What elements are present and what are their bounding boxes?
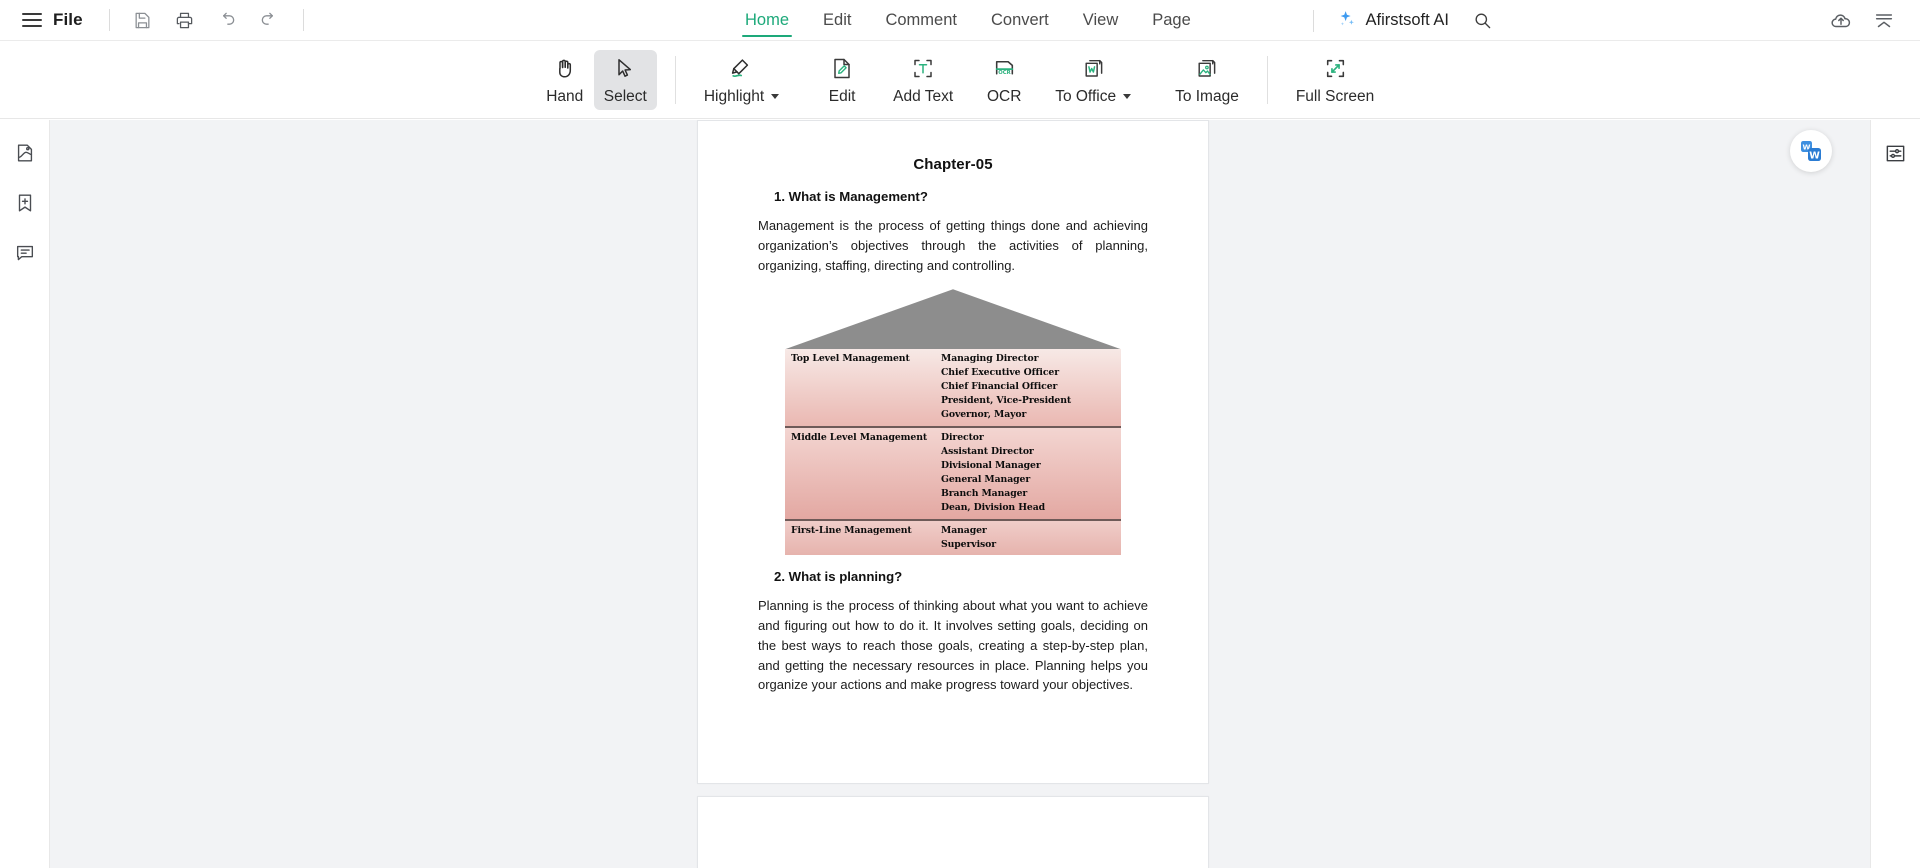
pyramid-apex <box>785 289 1121 350</box>
divider <box>1312 9 1314 32</box>
chevron-down-icon[interactable] <box>771 94 780 99</box>
section-1-heading: 1. What is Management? <box>774 189 928 204</box>
tool-to-office[interactable]: To Office <box>1045 50 1141 110</box>
cursor-icon <box>613 55 637 83</box>
tool-full-screen-label: Full Screen <box>1295 87 1375 105</box>
management-levels-pyramid: Top Level Management Managing Director C… <box>785 289 1121 556</box>
print-icon[interactable] <box>165 5 205 35</box>
pyramid-row-first-line: First-Line Management Manager Supervisor <box>785 518 1121 556</box>
tab-view[interactable]: View <box>1066 0 1135 41</box>
properties-sliders-icon[interactable] <box>1880 138 1912 168</box>
save-icon[interactable] <box>123 5 163 35</box>
svg-text:W: W <box>1809 150 1820 161</box>
tool-edit-label: Edit <box>828 87 856 105</box>
sparkle-icon <box>1336 8 1357 34</box>
pyramid-row-top-level: Top Level Management <box>791 353 910 365</box>
cloud-upload-icon[interactable] <box>1826 7 1856 35</box>
to-office-icon <box>1081 55 1106 83</box>
redo-icon[interactable] <box>249 5 289 35</box>
document-viewer[interactable]: W W Chapter-05 1. What is Management? Ma… <box>50 120 1870 868</box>
pyramid-row-first-line-level: First-Line Management <box>791 524 912 536</box>
thumbnails-icon[interactable] <box>9 138 41 168</box>
tool-highlight-label: Highlight <box>704 88 780 106</box>
comment-list-icon[interactable] <box>9 238 41 268</box>
pyramid-row-middle-roles: Director Assistant Director Divisional M… <box>941 431 1046 513</box>
tab-home[interactable]: Home <box>728 0 806 41</box>
pyramid-row-top: Top Level Management Managing Director C… <box>785 349 1121 426</box>
ribbon-toolbar: Hand Select Highlight Edit Add Text OCR … <box>0 41 1920 119</box>
tool-edit[interactable]: Edit <box>813 50 871 110</box>
hand-icon <box>553 55 577 83</box>
top-bar: File Home Edit Comment Convert View Page… <box>0 0 1920 41</box>
file-menu-button[interactable]: File <box>53 10 83 30</box>
edit-page-icon <box>830 55 854 83</box>
ocr-icon: OCR <box>992 55 1017 83</box>
header-right-zone: Afirstsoft AI <box>1312 0 1920 41</box>
divider <box>302 9 304 31</box>
document-page-2[interactable]: Planning is made by top level managers w… <box>697 796 1209 868</box>
tab-edit[interactable]: Edit <box>806 0 868 41</box>
page-title: Chapter-05 <box>913 156 993 173</box>
pyramid-row-middle: Middle Level Management Director Assista… <box>785 425 1121 519</box>
tool-highlight[interactable]: Highlight <box>694 50 789 110</box>
search-icon[interactable] <box>1468 7 1496 35</box>
main-tabs: Home Edit Comment Convert View Page <box>728 0 1208 41</box>
divider <box>108 9 110 31</box>
left-sidebar <box>0 120 50 868</box>
divider <box>1266 55 1268 104</box>
tool-add-text[interactable]: Add Text <box>883 50 963 110</box>
tab-comment[interactable]: Comment <box>868 0 974 41</box>
convert-to-word-icon[interactable]: W W <box>1790 130 1832 172</box>
undo-icon[interactable] <box>207 5 247 35</box>
collapse-ribbon-icon[interactable] <box>1870 7 1898 35</box>
tab-page[interactable]: Page <box>1135 0 1208 41</box>
section-2-heading: 2. What is planning? <box>774 569 903 585</box>
section-2-paragraph: Planning is the process of thinking abou… <box>758 598 1148 693</box>
to-image-icon <box>1194 55 1219 83</box>
document-page-1[interactable]: Chapter-05 1. What is Management? Manage… <box>697 120 1209 784</box>
section-1-paragraph: Management is the process of getting thi… <box>758 218 1148 273</box>
fullscreen-icon <box>1323 55 1348 83</box>
tool-to-office-label: To Office <box>1055 88 1132 106</box>
tool-hand-label: Hand <box>546 87 584 105</box>
tool-hand[interactable]: Hand <box>536 50 594 110</box>
svg-text:OCR: OCR <box>998 70 1010 76</box>
quick-actions-group <box>123 5 289 35</box>
tool-to-image-label: To Image <box>1175 87 1239 105</box>
tool-add-text-label: Add Text <box>893 87 954 105</box>
add-text-icon <box>911 55 935 83</box>
pyramid-row-top-roles: Managing Director Chief Executive Office… <box>941 353 1072 420</box>
divider <box>674 55 676 104</box>
chevron-down-icon[interactable] <box>1123 94 1132 99</box>
pyramid-row-first-line-roles: Manager Supervisor <box>941 524 997 550</box>
pyramid-row-middle-level: Middle Level Management <box>791 431 928 443</box>
highlighter-icon <box>728 55 754 83</box>
bookmark-add-icon[interactable] <box>9 188 41 218</box>
tool-select[interactable]: Select <box>593 49 657 110</box>
afirstsoft-ai-button[interactable]: Afirstsoft AI <box>1336 8 1449 34</box>
tool-ocr-label: OCR <box>986 87 1022 105</box>
right-sidebar <box>1870 120 1920 868</box>
tab-convert[interactable]: Convert <box>974 0 1066 41</box>
hamburger-icon[interactable] <box>22 13 42 27</box>
afirstsoft-ai-label: Afirstsoft AI <box>1365 11 1449 29</box>
tool-to-image[interactable]: To Image <box>1165 50 1249 110</box>
tool-full-screen[interactable]: Full Screen <box>1286 50 1384 110</box>
tool-select-label: Select <box>603 87 647 105</box>
tool-ocr[interactable]: OCR OCR <box>975 50 1033 110</box>
